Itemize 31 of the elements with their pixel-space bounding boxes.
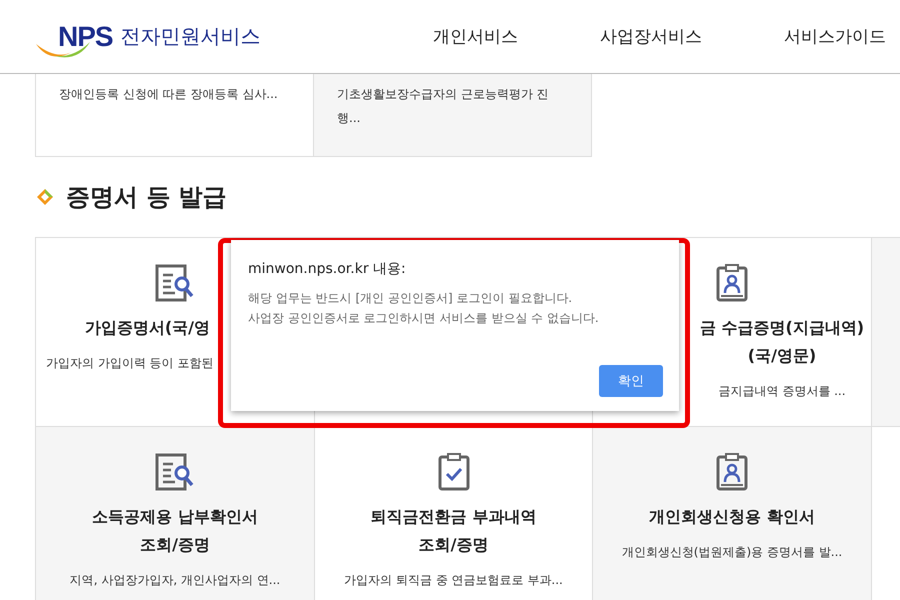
logo-text: 전자민원서비스 <box>120 23 261 50</box>
logo-mark: NPS <box>58 20 113 52</box>
id-badge-icon <box>716 453 748 491</box>
card-title: 퇴직금전환금 부과내역 <box>370 506 536 528</box>
document-search-icon <box>155 453 195 491</box>
section-title: 증명서 등 발급 <box>66 182 227 213</box>
nav-link[interactable]: 서비스가이드 <box>784 25 886 48</box>
card-description: 개인회생신청(법원제출)용 증명서를 발... <box>622 545 842 559</box>
document-search-icon <box>155 264 195 302</box>
id-badge-icon <box>716 264 748 302</box>
card-title: 조회/증명 <box>140 534 210 556</box>
card-title: 가입증명서(국/영 <box>84 317 210 339</box>
card-title: 금 수급증명(지급내역) <box>700 317 864 339</box>
card-description: 장애인등록 신청에 따른 장애등록 심사... <box>59 87 278 101</box>
nav-link[interactable]: 사업장서비스 <box>600 25 702 48</box>
card-title: (국/영문) <box>748 345 816 367</box>
card-title: 조회/증명 <box>418 534 488 556</box>
card-title: 개인회생신청용 확인서 <box>649 506 815 528</box>
diamond-icon <box>36 188 54 206</box>
clipboard-check-icon <box>438 453 470 491</box>
nav-link[interactable]: 개인서비스 <box>433 25 518 48</box>
card-description: 금지급내역 증명서를 ... <box>718 384 846 398</box>
card-description: 가입자의 가입이력 등이 포함된 <box>46 356 214 370</box>
card-description: 지역, 사업장가입자, 개인사업자의 연... <box>70 573 280 587</box>
service-card[interactable]: 개인회생신청용 확인서 개인회생신청(법원제출)용 증명서를 발... <box>593 427 872 600</box>
service-card[interactable]: 장애인등록 신청에 따른 장애등록 심사... <box>36 74 313 156</box>
service-card[interactable]: 기초생활보장수급자의 근로능력평가 진행... <box>313 74 591 156</box>
card-title: 소득공제용 납부확인서 <box>92 506 258 528</box>
card-description: 기초생활보장수급자의 근로능력평가 진행... <box>337 87 549 125</box>
card-description: 가입자의 퇴직금 중 연금보험료로 부과... <box>344 573 563 587</box>
service-card[interactable]: 소득공제용 납부확인서 조회/증명 지역, 사업장가입자, 개인사업자의 연... <box>36 427 315 600</box>
